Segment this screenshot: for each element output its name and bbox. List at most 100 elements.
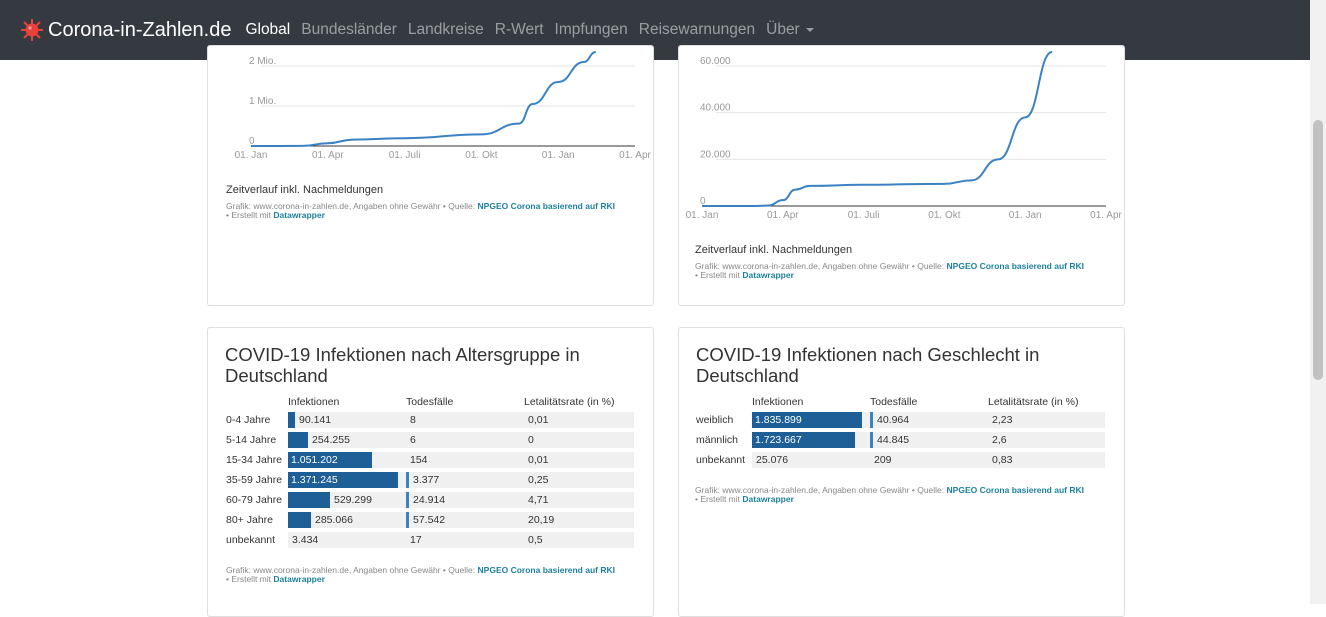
cell-value: 57.542 — [413, 514, 446, 526]
x-tick-label: 01. Apr — [619, 150, 651, 161]
infektionen-cell: 1.723.667 — [752, 431, 870, 449]
todesfaelle-cell: 44.845 — [870, 431, 988, 449]
value-bar — [406, 492, 409, 508]
cell-value: 24.914 — [413, 494, 446, 506]
nav-bundeslaender[interactable]: Bundesländer — [301, 21, 397, 39]
value-bar — [288, 492, 330, 508]
cell-background: 24.914 — [406, 492, 524, 508]
todesfaelle-cell: 154 — [406, 451, 524, 469]
x-tick-label: 01. Apr — [767, 210, 799, 221]
col-label — [696, 396, 752, 409]
x-tick-label: 01. Okt — [465, 150, 497, 161]
created-prefix: • Erstellt mit — [695, 494, 741, 504]
x-tick-label: 01. Apr — [312, 150, 344, 161]
cell-value: 1.371.245 — [291, 474, 338, 486]
cell-background: 1.051.202 — [288, 452, 406, 468]
cell-value: 3.434 — [292, 534, 319, 546]
source-link[interactable]: NPGEO Corona basierend auf RKI — [947, 485, 1084, 495]
infections-chart-card: 01 Mio. 2 Mio. 01. Jan 01. Apr 01. Juli 01. O… — [207, 45, 654, 306]
todesfaelle-cell: 57.542 — [406, 511, 524, 529]
letalitaet-cell: 0,5 — [524, 531, 634, 549]
nav-r-wert[interactable]: R-Wert — [495, 21, 544, 39]
todesfaelle-cell: 6 — [406, 431, 524, 449]
datawrapper-link[interactable]: Datawrapper — [742, 270, 794, 280]
gender-table-title: COVID-19 Infektionen nach Geschlecht in … — [696, 344, 1040, 386]
source-link[interactable]: NPGEO Corona basierend auf RKI — [478, 201, 615, 211]
table-source: Grafik: www.corona-in-zahlen.de, Angaben… — [695, 486, 1115, 504]
cell-background: 3.434 — [288, 532, 406, 548]
cell-background: 0,83 — [988, 452, 1105, 468]
nav-reisewarnungen[interactable]: Reisewarnungen — [639, 21, 755, 39]
x-tick-label: 01. Apr — [1090, 210, 1122, 221]
datawrapper-link[interactable]: Datawrapper — [742, 494, 794, 504]
source-link[interactable]: NPGEO Corona basierend auf RKI — [478, 565, 615, 575]
cell-value: 0,83 — [992, 454, 1013, 466]
x-tick-label: 01. Jan — [235, 150, 268, 161]
table-header-row: Infektionen Todesfälle Letalitätsrate (i… — [226, 396, 634, 409]
x-tick-label: 01. Jan — [542, 150, 575, 161]
col-label — [226, 396, 288, 409]
nav-impfungen[interactable]: Impfungen — [555, 21, 628, 39]
cell-background: 25.076 — [752, 452, 870, 468]
brand-link[interactable]: Corona-in-Zahlen.de — [20, 18, 231, 42]
page-scrollbar[interactable] — [1310, 0, 1326, 604]
col-letalitaet: Letalitätsrate (in %) — [524, 396, 615, 408]
cell-value: 2,6 — [992, 434, 1007, 446]
table-row: unbekannt 3.434 17 0,5 — [226, 531, 634, 549]
table-row: männlich 1.723.667 44.845 2,6 — [696, 431, 1105, 449]
cell-value: 285.066 — [315, 514, 353, 526]
table-header-row: Infektionen Todesfälle Letalitätsrate (i… — [696, 396, 1105, 409]
cell-background: 1.371.245 — [288, 472, 406, 488]
letalitaet-cell: 0,01 — [524, 451, 634, 469]
infektionen-cell: 1.835.899 — [752, 411, 870, 429]
nav-global[interactable]: Global — [245, 21, 290, 39]
letalitaet-cell: 0,25 — [524, 471, 634, 489]
datawrapper-link[interactable]: Datawrapper — [273, 574, 325, 584]
nav-landkreise[interactable]: Landkreise — [408, 21, 484, 39]
todesfaelle-cell: 3.377 — [406, 471, 524, 489]
datawrapper-link[interactable]: Datawrapper — [273, 210, 325, 220]
source-link[interactable]: NPGEO Corona basierend auf RKI — [947, 261, 1084, 271]
y-tick-label: 20.000 — [700, 149, 731, 160]
row-label: 15-34 Jahre — [226, 454, 283, 466]
caret-down-icon — [805, 27, 814, 32]
value-bar — [406, 512, 409, 528]
y-tick-label: 60.000 — [700, 56, 731, 67]
nav-ueber-dropdown[interactable]: Über — [766, 21, 814, 39]
age-group-table: Infektionen Todesfälle Letalitätsrate (i… — [226, 394, 634, 551]
col-letalitaet: Letalitätsrate (in %) — [988, 396, 1079, 408]
cell-value: 154 — [410, 454, 428, 466]
infektionen-cell: 3.434 — [288, 531, 406, 549]
letalitaet-cell: 20,19 — [524, 511, 634, 529]
row-label: 60-79 Jahre — [226, 494, 283, 506]
cell-background: 0,5 — [524, 532, 634, 548]
gender-table: Infektionen Todesfälle Letalitätsrate (i… — [696, 394, 1105, 471]
age-group-card: COVID-19 Infektionen nach Altersgruppe i… — [207, 327, 654, 617]
virus-logo-icon — [21, 19, 43, 41]
deaths-chart-card: 0 20.000 40.000 60.000 01. Jan 01. Apr 01. Jul… — [678, 45, 1125, 306]
nav-ueber-label: Über — [766, 21, 800, 38]
scrollbar-thumb[interactable] — [1313, 120, 1323, 380]
cell-value: 209 — [874, 454, 892, 466]
row-label: weiblich — [696, 414, 734, 426]
letalitaet-cell: 4,71 — [524, 491, 634, 509]
cell-background: 2,23 — [988, 412, 1105, 428]
cell-value: 1.723.667 — [755, 434, 802, 446]
cell-value: 8 — [410, 414, 416, 426]
table-row: 35-59 Jahre 1.371.245 3.377 0,25 — [226, 471, 634, 489]
cell-value: 20,19 — [528, 514, 555, 526]
value-bar — [406, 472, 409, 488]
cell-background: 57.542 — [406, 512, 524, 528]
cell-background: 4,71 — [524, 492, 634, 508]
cell-value: 6 — [410, 434, 416, 446]
todesfaelle-cell: 17 — [406, 531, 524, 549]
cell-value: 0 — [528, 434, 534, 446]
cell-value: 3.377 — [413, 474, 440, 486]
letalitaet-cell: 0,01 — [524, 411, 634, 429]
infektionen-cell: 529.299 — [288, 491, 406, 509]
created-prefix: • Erstellt mit — [226, 574, 272, 584]
deaths-line-chart: 020.00040.00060.00001. Jan 01. Apr 01. Jul… — [686, 51, 1123, 221]
cell-background: 0 — [524, 432, 634, 448]
y-tick-label: 40.000 — [700, 103, 731, 114]
cell-background: 285.066 — [288, 512, 406, 528]
